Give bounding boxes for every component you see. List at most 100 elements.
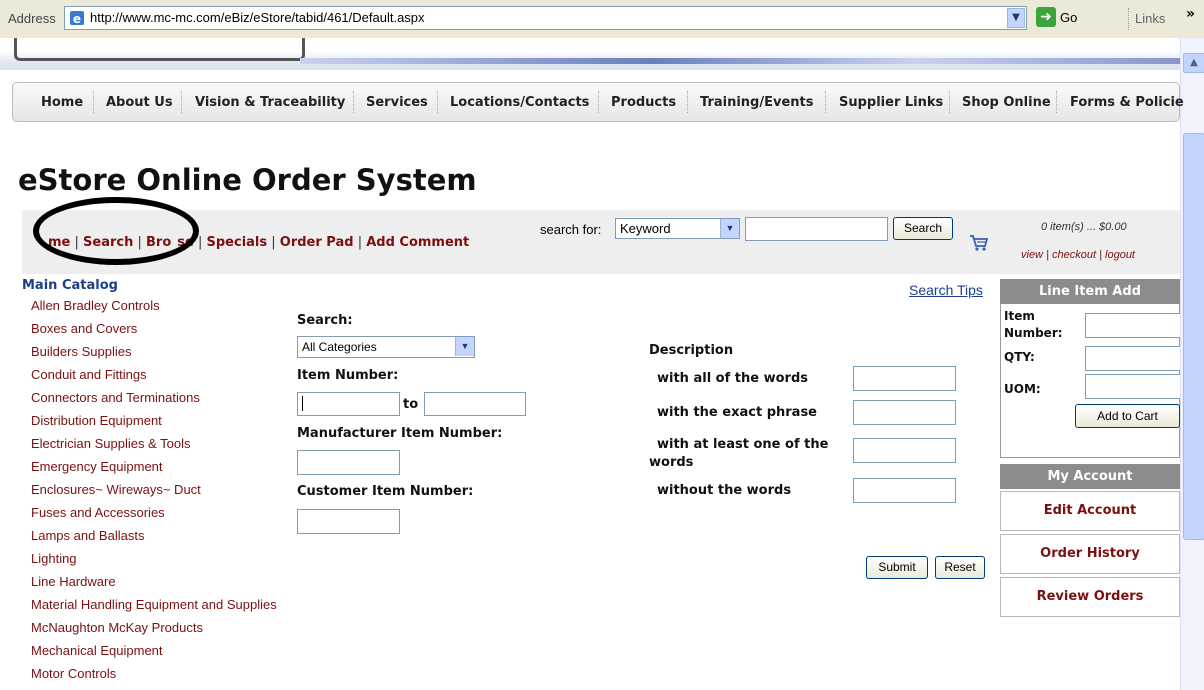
go-label: Go bbox=[1060, 10, 1078, 25]
exact-phrase-input[interactable] bbox=[853, 400, 956, 425]
customer-item-number-input[interactable] bbox=[297, 509, 400, 534]
cart-summary: 0 item(s) ... $0.00 bbox=[1041, 221, 1127, 233]
category-value: All Categories bbox=[302, 340, 377, 354]
uom-input[interactable] bbox=[1085, 374, 1180, 399]
submit-button[interactable]: Submit bbox=[866, 556, 928, 579]
nav-separator bbox=[181, 91, 182, 113]
cart-view-link[interactable]: view bbox=[1021, 249, 1043, 261]
add-to-cart-button[interactable]: Add to Cart bbox=[1075, 404, 1180, 428]
catalog-item[interactable]: Boxes and Covers bbox=[31, 321, 277, 344]
go-button[interactable]: ➜ Go bbox=[1036, 7, 1092, 29]
nav-supplier-links[interactable]: Supplier Links bbox=[839, 95, 943, 110]
nav-vision-traceability[interactable]: Vision & Traceability bbox=[195, 95, 345, 110]
nav-separator bbox=[437, 91, 438, 113]
catalog-item[interactable]: Mechanical Equipment bbox=[31, 643, 277, 666]
link-separator: | bbox=[267, 235, 280, 250]
nav-separator bbox=[949, 91, 950, 113]
chevron-down-icon: ▼ bbox=[720, 219, 739, 238]
qty-label: QTY: bbox=[1004, 350, 1035, 364]
item-number-to-input[interactable] bbox=[424, 392, 526, 416]
go-arrow-icon: ➜ bbox=[1036, 7, 1056, 27]
url-text: http://www.mc-mc.com/eBiz/eStore/tabid/4… bbox=[90, 10, 425, 25]
catalog-item[interactable]: Emergency Equipment bbox=[31, 459, 277, 482]
edit-account-link[interactable]: Edit Account bbox=[1000, 491, 1180, 531]
all-words-input[interactable] bbox=[853, 366, 956, 391]
catalog-item[interactable]: Connectors and Terminations bbox=[31, 390, 277, 413]
search-type-select[interactable]: Keyword ▼ bbox=[615, 218, 740, 239]
nav-locations-contacts[interactable]: Locations/Contacts bbox=[450, 95, 589, 110]
vertical-scrollbar[interactable]: ▲ bbox=[1180, 38, 1204, 690]
at-least-one-label-line1: with at least one of the bbox=[657, 437, 829, 452]
page-title: eStore Online Order System bbox=[18, 163, 477, 197]
catalog-item[interactable]: Lamps and Ballasts bbox=[31, 528, 277, 551]
line-item-number-input[interactable] bbox=[1085, 313, 1180, 338]
qty-input[interactable] bbox=[1085, 346, 1180, 371]
catalog-item[interactable]: Builders Supplies bbox=[31, 344, 277, 367]
nav-home[interactable]: Home bbox=[41, 95, 83, 110]
at-least-one-label-line2: words bbox=[649, 455, 694, 470]
ie-page-icon: e bbox=[70, 11, 84, 26]
cart-links: view | checkout | logout bbox=[1021, 249, 1135, 261]
catalog-item[interactable]: Motor Controls bbox=[31, 666, 277, 689]
highlight-oval bbox=[33, 197, 199, 265]
without-words-label: without the words bbox=[657, 483, 792, 498]
catalog-item[interactable]: Enclosures~ Wireways~ Duct bbox=[31, 482, 277, 505]
nav-about-us[interactable]: About Us bbox=[106, 95, 173, 110]
nav-shop-online[interactable]: Shop Online bbox=[962, 95, 1051, 110]
url-dropdown-icon[interactable]: ▼ bbox=[1007, 8, 1025, 28]
catalog-item[interactable]: Material Handling Equipment and Supplies bbox=[31, 597, 277, 620]
search-label: Search: bbox=[297, 313, 353, 328]
svg-text:e: e bbox=[73, 12, 81, 26]
mfr-item-number-label: Manufacturer Item Number: bbox=[297, 426, 503, 441]
keyword-input[interactable] bbox=[745, 217, 888, 241]
catalog-item[interactable]: Distribution Equipment bbox=[31, 413, 277, 436]
nav-services[interactable]: Services bbox=[366, 95, 428, 110]
search-tips-link[interactable]: Search Tips bbox=[909, 282, 983, 298]
link-separator: | bbox=[1096, 249, 1106, 261]
catalog-list: Allen Bradley Controls Boxes and Covers … bbox=[31, 298, 277, 689]
review-orders-link[interactable]: Review Orders bbox=[1000, 577, 1180, 617]
reset-button[interactable]: Reset bbox=[935, 556, 985, 579]
store-link-specials[interactable]: Specials bbox=[207, 235, 268, 250]
store-link-order-pad[interactable]: Order Pad bbox=[280, 235, 354, 250]
store-link-add-comment[interactable]: Add Comment bbox=[366, 235, 469, 250]
at-least-one-input[interactable] bbox=[853, 438, 956, 463]
cart-logout-link[interactable]: logout bbox=[1105, 249, 1135, 261]
link-separator: | bbox=[353, 235, 367, 250]
catalog-item[interactable]: McNaughton McKay Products bbox=[31, 620, 277, 643]
cart-checkout-link[interactable]: checkout bbox=[1052, 249, 1096, 261]
nav-products[interactable]: Products bbox=[611, 95, 676, 110]
catalog-item[interactable]: Line Hardware bbox=[31, 574, 277, 597]
nav-separator bbox=[687, 91, 688, 113]
nav-forms-policies[interactable]: Forms & Policie bbox=[1070, 95, 1184, 110]
catalog-item[interactable]: Lighting bbox=[31, 551, 277, 574]
all-words-label: with all of the words bbox=[657, 371, 808, 386]
catalog-item[interactable]: Electrician Supplies & Tools bbox=[31, 436, 277, 459]
uom-label: UOM: bbox=[1004, 382, 1041, 396]
catalog-item[interactable]: Fuses and Accessories bbox=[31, 505, 277, 528]
my-account-heading: My Account bbox=[1000, 464, 1180, 489]
nav-separator bbox=[1056, 91, 1057, 113]
nav-separator bbox=[825, 91, 826, 113]
catalog-item[interactable]: Conduit and Fittings bbox=[31, 367, 277, 390]
item-number-from-input[interactable] bbox=[297, 392, 400, 416]
cart-icon[interactable] bbox=[969, 234, 989, 252]
url-field[interactable]: e http://www.mc-mc.com/eBiz/eStore/tabid… bbox=[64, 6, 1027, 30]
nav-separator bbox=[353, 91, 354, 113]
main-nav: Home About Us Vision & Traceability Serv… bbox=[12, 82, 1184, 122]
order-history-link[interactable]: Order History bbox=[1000, 534, 1180, 574]
scroll-thumb[interactable] bbox=[1183, 133, 1204, 540]
catalog-heading[interactable]: Main Catalog bbox=[22, 278, 118, 293]
link-separator: | bbox=[1043, 249, 1052, 261]
banner-logo-edge bbox=[14, 38, 305, 61]
chevron-more-icon[interactable]: » bbox=[1186, 6, 1195, 22]
mfr-item-number-input[interactable] bbox=[297, 450, 400, 475]
nav-training-events[interactable]: Training/Events bbox=[700, 95, 813, 110]
without-words-input[interactable] bbox=[853, 478, 956, 503]
search-button[interactable]: Search bbox=[893, 217, 953, 240]
links-button[interactable]: Links bbox=[1135, 11, 1165, 26]
scroll-up-icon[interactable]: ▲ bbox=[1183, 53, 1204, 73]
catalog-item[interactable]: Allen Bradley Controls bbox=[31, 298, 277, 321]
chevron-down-icon: ▼ bbox=[455, 337, 474, 356]
category-select[interactable]: All Categories ▼ bbox=[297, 336, 475, 358]
